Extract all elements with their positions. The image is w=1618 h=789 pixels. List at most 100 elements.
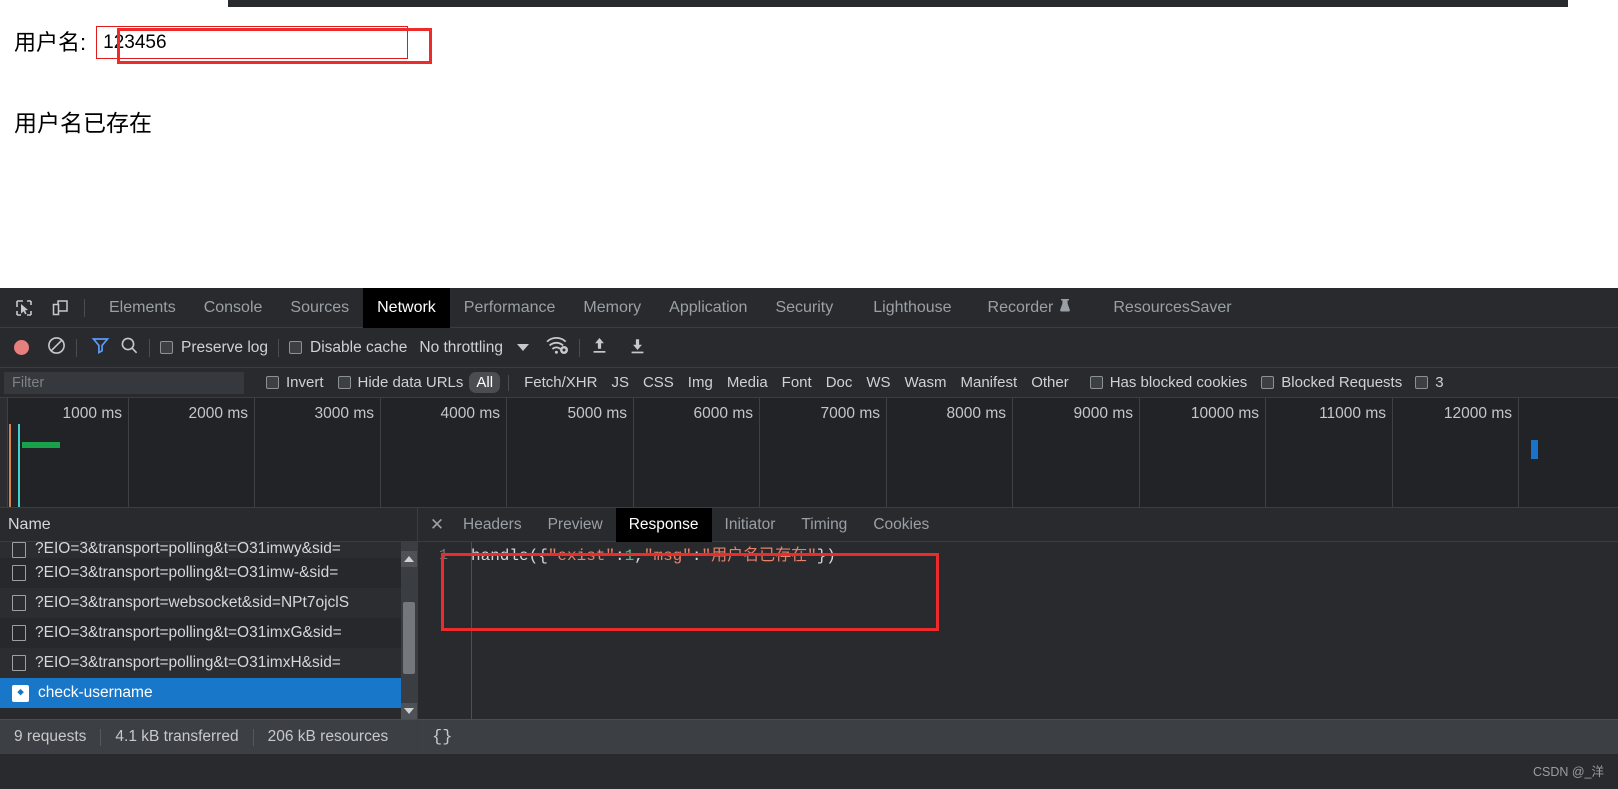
- network-overview-timeline[interactable]: 1000 ms 2000 ms 3000 ms 4000 ms 5000 ms …: [0, 398, 1618, 508]
- detail-tab-cookies[interactable]: Cookies: [860, 508, 942, 542]
- tab-performance[interactable]: Performance: [450, 288, 570, 328]
- response-code[interactable]: handle({"exist":1,"msg":"用户名已存在"}): [458, 545, 836, 567]
- document-icon: [12, 542, 26, 558]
- load-event-marker: [9, 424, 11, 507]
- tab-application[interactable]: Application: [655, 288, 761, 328]
- type-filter-css[interactable]: CSS: [636, 372, 681, 393]
- tab-memory[interactable]: Memory: [569, 288, 655, 328]
- request-count: 9 requests: [14, 728, 87, 745]
- code-token: "exist": [547, 547, 616, 565]
- detail-tab-timing[interactable]: Timing: [788, 508, 860, 542]
- overview-activity-bar: [22, 442, 60, 448]
- search-icon[interactable]: [120, 336, 139, 360]
- tab-recorder[interactable]: Recorder: [966, 288, 1086, 328]
- tab-elements[interactable]: Elements: [95, 288, 190, 328]
- dom-content-loaded-marker: [18, 424, 20, 507]
- username-label: 用户名:: [14, 29, 87, 55]
- overview-left-edge: [0, 398, 8, 507]
- detail-tab-timing-label: Timing: [801, 515, 848, 533]
- detail-tab-preview[interactable]: Preview: [535, 508, 616, 542]
- type-filter-media[interactable]: Media: [720, 372, 775, 393]
- response-body-viewer[interactable]: 1 handle({"exist":1,"msg":"用户名已存在"}): [418, 542, 1618, 719]
- clear-icon[interactable]: [47, 336, 66, 360]
- request-list[interactable]: ?EIO=3&transport=polling&t=O31imwy&sid= …: [0, 542, 417, 719]
- overview-tick-label: 7000 ms: [820, 405, 880, 422]
- third-party-requests-label: 3: [1435, 374, 1444, 391]
- overview-gridline: [128, 398, 129, 507]
- tab-sources[interactable]: Sources: [276, 288, 363, 328]
- detail-tab-headers[interactable]: Headers: [450, 508, 535, 542]
- table-row[interactable]: ?EIO=3&transport=polling&t=O31imwy&sid=: [0, 542, 417, 558]
- funnel-icon[interactable]: [91, 336, 110, 360]
- code-token: :: [615, 547, 625, 565]
- type-filter-wasm[interactable]: Wasm: [898, 372, 954, 393]
- table-row[interactable]: ?EIO=3&transport=websocket&sid=NPt7ojclS: [0, 588, 417, 618]
- table-row-selected[interactable]: ◆ check-username: [0, 678, 417, 708]
- username-input[interactable]: [96, 26, 409, 59]
- overview-tick-label: 10000 ms: [1190, 405, 1259, 422]
- blocked-requests-checkbox[interactable]: Blocked Requests: [1261, 374, 1402, 391]
- type-filter-all[interactable]: All: [469, 372, 501, 393]
- tab-recorder-label: Recorder: [987, 298, 1054, 316]
- detail-tab-response[interactable]: Response: [615, 508, 712, 542]
- chevron-down-icon[interactable]: [516, 344, 529, 351]
- table-row[interactable]: ?EIO=3&transport=polling&t=O31imxG&sid=: [0, 618, 417, 648]
- close-icon[interactable]: ✕: [424, 508, 450, 542]
- triangle-up-icon[interactable]: [401, 551, 417, 567]
- table-row[interactable]: ?EIO=3&transport=polling&t=O31imxH&sid=: [0, 648, 417, 678]
- tab-performance-label: Performance: [463, 298, 556, 316]
- invert-label: Invert: [286, 374, 324, 391]
- tab-lighthouse-label: Lighthouse: [873, 298, 952, 316]
- wifi-gear-icon[interactable]: [545, 335, 569, 360]
- tab-console-label: Console: [203, 298, 263, 316]
- tab-network[interactable]: Network: [363, 287, 450, 328]
- code-token: handle({: [471, 547, 548, 565]
- filter-input[interactable]: [4, 371, 244, 394]
- type-filter-doc[interactable]: Doc: [819, 372, 860, 393]
- request-list-scrollbar[interactable]: [401, 542, 417, 719]
- throttling-select[interactable]: No throttling: [419, 339, 503, 357]
- type-filter-fetch-xhr[interactable]: Fetch/XHR: [517, 372, 604, 393]
- type-filter-ws[interactable]: WS: [859, 372, 897, 393]
- third-party-requests-checkbox[interactable]: 3: [1415, 374, 1444, 391]
- overview-gridline: [759, 398, 760, 507]
- upload-arrow-icon[interactable]: [590, 336, 609, 360]
- type-filter-other[interactable]: Other: [1024, 372, 1076, 393]
- inspect-element-icon[interactable]: [10, 294, 38, 322]
- document-icon: [12, 595, 26, 611]
- type-filter-img[interactable]: Img: [681, 372, 720, 393]
- disable-cache-checkbox[interactable]: Disable cache: [289, 339, 407, 357]
- network-filter-row: Invert Hide data URLs All Fetch/XHR JS C…: [0, 368, 1618, 398]
- has-blocked-cookies-checkbox[interactable]: Has blocked cookies: [1089, 374, 1247, 391]
- detail-tab-initiator[interactable]: Initiator: [712, 508, 789, 542]
- type-filter-js[interactable]: JS: [604, 372, 636, 393]
- code-token: }): [816, 547, 836, 565]
- invert-checkbox[interactable]: Invert: [266, 374, 324, 391]
- script-icon: ◆: [12, 684, 29, 702]
- triangle-down-icon[interactable]: [401, 703, 417, 719]
- hide-data-urls-checkbox[interactable]: Hide data URLs: [337, 374, 463, 391]
- tab-lighthouse[interactable]: Lighthouse: [847, 288, 965, 328]
- request-name: ?EIO=3&transport=polling&t=O31imxH&sid=: [35, 654, 341, 671]
- table-row[interactable]: ?EIO=3&transport=polling&t=O31imw-&sid=: [0, 558, 417, 588]
- download-arrow-icon[interactable]: [628, 336, 647, 360]
- devtools-panel: Elements Console Sources Network Perform…: [0, 287, 1618, 789]
- request-list-header[interactable]: Name: [0, 508, 417, 542]
- document-icon: [12, 625, 26, 641]
- pretty-print-button[interactable]: {}: [432, 728, 452, 747]
- device-toolbar-toggle-icon[interactable]: [46, 294, 74, 322]
- detail-tab-preview-label: Preview: [547, 515, 603, 533]
- tab-security[interactable]: Security: [761, 288, 847, 328]
- preserve-log-checkbox[interactable]: Preserve log: [160, 339, 268, 357]
- record-dot-icon[interactable]: [14, 340, 29, 355]
- checkbox-box: [1089, 376, 1103, 389]
- tab-resources-saver[interactable]: ResourcesSaver: [1085, 288, 1245, 328]
- scrollbar-thumb[interactable]: [403, 602, 415, 674]
- code-token: ,: [634, 547, 644, 565]
- overview-gridline: [1012, 398, 1013, 507]
- type-filter-manifest[interactable]: Manifest: [954, 372, 1025, 393]
- toolbar-divider-5: [578, 338, 580, 357]
- tab-console[interactable]: Console: [190, 288, 277, 328]
- type-filter-font[interactable]: Font: [775, 372, 819, 393]
- overview-gridline: [1518, 398, 1519, 507]
